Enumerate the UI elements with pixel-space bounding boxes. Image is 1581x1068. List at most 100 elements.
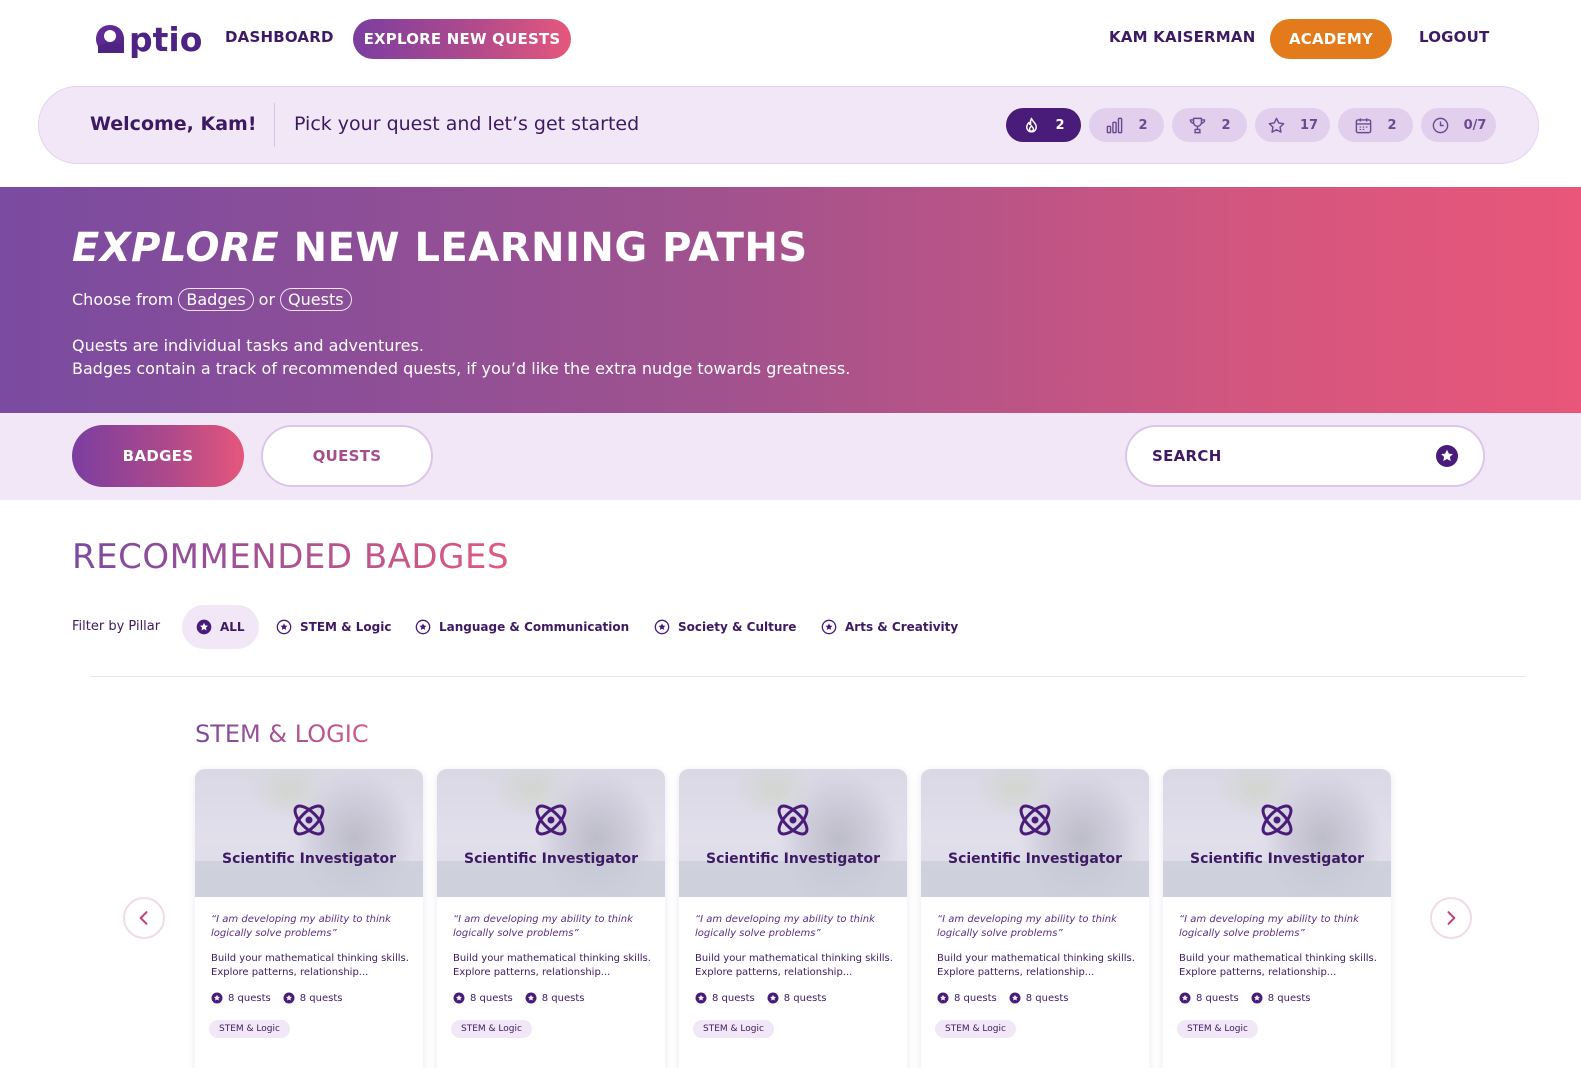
nav-academy-button[interactable]: ACADEMY [1270, 19, 1392, 59]
stat-calendar[interactable]: 2 [1338, 108, 1413, 142]
star-circle-outline-icon [415, 619, 431, 635]
search-placeholder: SEARCH [1152, 447, 1222, 465]
badge-card-meta-2-text: 8 quests [1267, 992, 1311, 1004]
carousel-prev-button[interactable] [123, 897, 165, 939]
carousel-next-button[interactable] [1430, 897, 1472, 939]
stat-trophies[interactable]: 2 [1172, 108, 1247, 142]
atom-icon [777, 804, 809, 836]
filter-society-culture[interactable]: Society & Culture [654, 605, 796, 649]
nav-logout-link[interactable]: LOGOUT [1419, 28, 1489, 46]
badge-card-pillar-tag[interactable]: STEM & Logic [451, 1020, 532, 1038]
hero-description-line-2: Badges contain a track of recommended qu… [72, 359, 851, 378]
badge-card-meta-2-text: 8 quests [1025, 992, 1069, 1004]
filter-society-culture-label: Society & Culture [678, 620, 797, 634]
badge-card-quote: “I am developing my ability to think log… [1179, 914, 1359, 939]
badge-card-pillar-tag[interactable]: STEM & Logic [693, 1020, 774, 1038]
nav-user-name[interactable]: KAM KAISERMAN [1109, 28, 1255, 46]
star-circle-icon [525, 992, 537, 1004]
badge-card-meta-2-text: 8 quests [541, 992, 585, 1004]
stat-time[interactable]: 0/7 [1421, 108, 1496, 142]
star-circle-outline-icon [654, 619, 670, 635]
star-icon [1268, 117, 1285, 133]
star-circle-icon [1179, 992, 1191, 1004]
clock-icon [1432, 117, 1448, 133]
hero-quests-chip[interactable]: Quests [280, 288, 352, 311]
stat-time-value: 0/7 [1463, 117, 1487, 133]
trophy-icon [1190, 117, 1206, 133]
tab-bar: BADGES QUESTS SEARCH [0, 413, 1581, 500]
star-circle-icon [1251, 992, 1263, 1004]
stat-stars[interactable]: 17 [1255, 108, 1330, 142]
filter-all[interactable]: ALL [182, 605, 259, 649]
nav-dashboard-link[interactable]: DASHBOARD [225, 28, 334, 46]
logo-text: ptio [129, 19, 203, 59]
search-input[interactable]: SEARCH [1125, 425, 1485, 487]
stat-streak[interactable]: 2 [1006, 108, 1081, 142]
stat-level-value: 2 [1138, 117, 1148, 133]
tab-quests[interactable]: QUESTS [261, 425, 433, 487]
star-circle-icon[interactable] [1435, 444, 1459, 468]
badge-card-title: Scientific Investigator [464, 851, 638, 867]
welcome-divider [274, 103, 275, 147]
badge-card-title: Scientific Investigator [222, 851, 396, 867]
badge-card-image: Scientific Investigator [1163, 769, 1391, 897]
hero-description: Quests are individual tasks and adventur… [72, 334, 850, 380]
atom-icon [1019, 804, 1051, 836]
badge-card-meta-1-text: 8 quests [954, 992, 997, 1004]
badge-card-2[interactable]: Scientific Investigator “I am developing… [437, 769, 665, 1068]
badge-card-1[interactable]: Scientific Investigator “I am developing… [195, 769, 423, 1068]
filter-label: Filter by Pillar [72, 619, 161, 634]
badge-card-pillar-tag[interactable]: STEM & Logic [935, 1020, 1016, 1038]
badge-card-description: Build your mathematical thinking skills.… [1179, 953, 1377, 978]
filter-all-label: ALL [220, 620, 245, 634]
badge-card-quest-count: 8 quests [937, 992, 997, 1004]
stat-level[interactable]: 2 [1089, 108, 1164, 142]
stats-bar: 2 2 2 17 2 0/7 [1006, 108, 1496, 142]
filter-stem-logic[interactable]: STEM & Logic [276, 605, 392, 649]
badge-card-description: Build your mathematical thinking skills.… [453, 953, 651, 978]
badge-card-quest-count: 8 quests [525, 992, 585, 1004]
filter-arts-creativity[interactable]: Arts & Creativity [821, 605, 958, 649]
star-circle-icon [767, 992, 779, 1004]
star-circle-outline-icon [821, 619, 837, 635]
badge-card-meta: 8 quests 8 quests [453, 992, 584, 1004]
star-circle-outline-icon [276, 619, 292, 635]
badge-card-meta: 8 quests 8 quests [211, 992, 342, 1004]
hero-banner: EXPLORE NEW LEARNING PATHS Choose from B… [0, 187, 1581, 413]
nav-explore-new-quests-button[interactable]: EXPLORE NEW QUESTS [353, 19, 571, 59]
badge-card-meta: 8 quests 8 quests [695, 992, 826, 1004]
stat-calendar-value: 2 [1387, 117, 1397, 133]
badge-card-title: Scientific Investigator [706, 851, 880, 867]
filter-language-communication[interactable]: Language & Communication [415, 605, 629, 649]
badge-card-3[interactable]: Scientific Investigator “I am developing… [679, 769, 907, 1068]
badge-card-meta-2-text: 8 quests [783, 992, 827, 1004]
optio-logo-icon [96, 25, 124, 53]
hero-badges-chip[interactable]: Badges [178, 288, 254, 311]
chevron-left-icon [139, 911, 148, 925]
badge-card-title: Scientific Investigator [1190, 851, 1364, 867]
badge-card-description: Build your mathematical thinking skills.… [937, 953, 1135, 978]
badge-card-quote: “I am developing my ability to think log… [211, 914, 391, 939]
section-divider [90, 676, 1526, 677]
badge-card-quest-count: 8 quests [1251, 992, 1311, 1004]
welcome-greeting: Welcome, Kam! [90, 113, 257, 135]
star-circle-icon [196, 619, 212, 635]
badge-card-quest-count: 8 quests [1179, 992, 1239, 1004]
badge-card-5[interactable]: Scientific Investigator “I am developing… [1163, 769, 1391, 1068]
tab-badges[interactable]: BADGES [72, 425, 244, 487]
atom-icon [535, 804, 567, 836]
badge-card-4[interactable]: Scientific Investigator “I am developing… [921, 769, 1149, 1068]
badge-card-pillar-tag[interactable]: STEM & Logic [1177, 1020, 1258, 1038]
stat-trophies-value: 2 [1221, 117, 1231, 133]
badge-card-meta-1-text: 8 quests [228, 992, 271, 1004]
atom-icon [1261, 804, 1293, 836]
stat-stars-value: 17 [1299, 117, 1319, 133]
optio-logo[interactable]: ptio [93, 18, 202, 60]
badge-card-pillar-tag[interactable]: STEM & Logic [209, 1020, 290, 1038]
badge-card-meta-1-text: 8 quests [1196, 992, 1239, 1004]
star-circle-icon [211, 992, 223, 1004]
badge-card-description: Build your mathematical thinking skills.… [211, 953, 409, 978]
chevron-right-icon [1447, 911, 1456, 925]
star-circle-icon [937, 992, 949, 1004]
hero-choose-line: Choose from Badges or Quests [72, 288, 352, 311]
